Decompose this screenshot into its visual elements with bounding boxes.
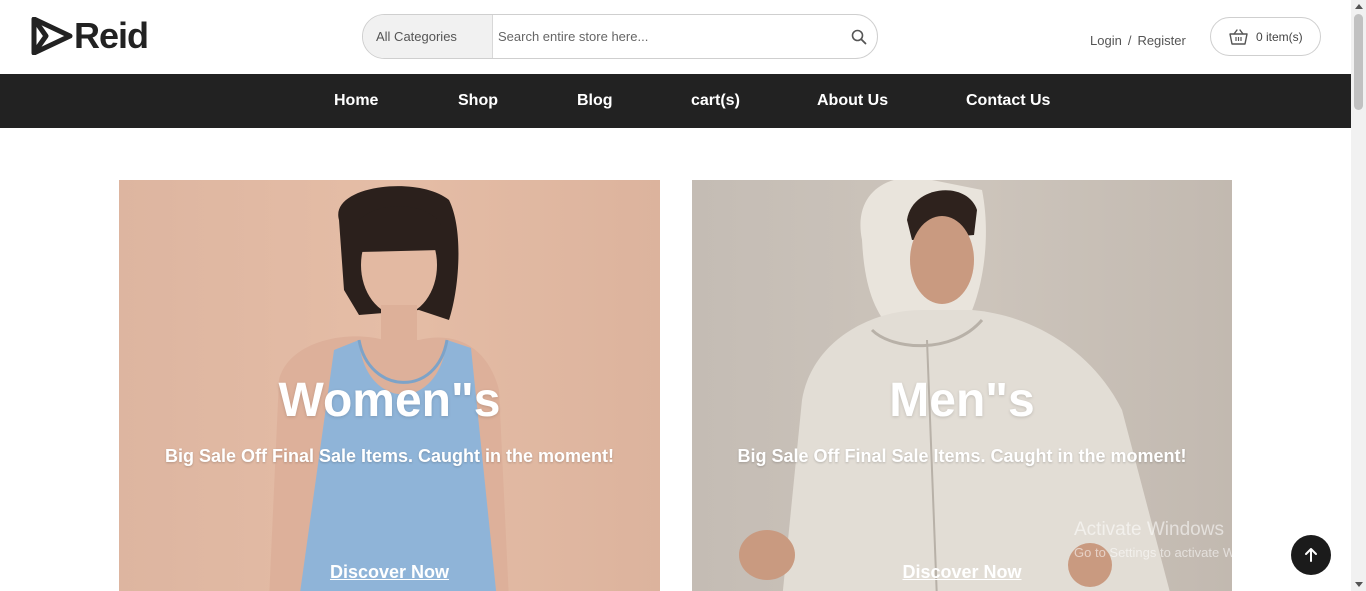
men-banner[interactable]: Men"s Big Sale Off Final Sale Items. Cau… — [692, 180, 1232, 591]
register-link[interactable]: Register — [1137, 33, 1185, 48]
banner-title: Women"s — [278, 374, 501, 427]
logo[interactable]: Reid — [30, 15, 149, 56]
search-bar: All Categories — [362, 14, 878, 59]
banner-subtitle: Big Sale Off Final Sale Items. Caught in… — [164, 446, 615, 466]
cart-count: 0 item(s) — [1256, 29, 1303, 44]
search-button[interactable] — [841, 15, 877, 58]
women-banner[interactable]: Women"s Big Sale Off Final Sale Items. C… — [119, 180, 660, 591]
nav-blog[interactable]: Blog — [577, 92, 613, 110]
nav-contact-us[interactable]: Contact Us — [966, 92, 1050, 110]
basket-icon — [1229, 28, 1248, 45]
search-input[interactable] — [493, 15, 841, 58]
nav-home[interactable]: Home — [334, 92, 378, 110]
account-links: Login / Register — [1090, 33, 1186, 48]
page: Reid All Categories Login / Register 0 i… — [0, 0, 1366, 591]
main-nav: Home Shop Blog cart(s) About Us Contact … — [0, 74, 1351, 128]
nav-cart[interactable]: cart(s) — [691, 92, 740, 110]
discover-now-link[interactable]: Discover Now — [902, 562, 1021, 582]
logo-mark-icon — [31, 17, 73, 55]
category-select[interactable]: All Categories — [363, 15, 493, 58]
search-icon — [851, 29, 867, 44]
discover-now-link[interactable]: Discover Now — [330, 562, 449, 582]
page-scrollbar[interactable] — [1351, 0, 1366, 591]
account-separator: / — [1127, 33, 1132, 48]
scroll-up-icon[interactable] — [1355, 4, 1363, 9]
scroll-down-icon[interactable] — [1355, 582, 1363, 587]
login-link[interactable]: Login — [1090, 33, 1122, 48]
scroll-thumb[interactable] — [1354, 14, 1363, 110]
nav-about-us[interactable]: About Us — [817, 92, 888, 110]
nav-shop[interactable]: Shop — [458, 92, 498, 110]
logo-text: Reid — [74, 15, 149, 56]
cart-button[interactable]: 0 item(s) — [1210, 17, 1321, 56]
arrow-up-icon — [1305, 548, 1317, 562]
back-to-top-button[interactable] — [1291, 535, 1331, 575]
banner-title: Men"s — [889, 374, 1035, 427]
banner-subtitle: Big Sale Off Final Sale Items. Caught in… — [737, 446, 1187, 466]
